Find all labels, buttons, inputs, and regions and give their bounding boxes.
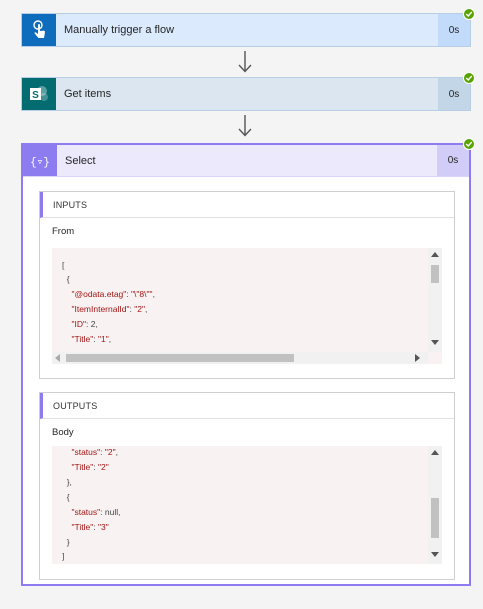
code-line: "Title": "2": [71, 462, 109, 472]
inputs-panel: INPUTS From [ { "@odata.etag": "\"8\"", …: [39, 191, 455, 379]
outputs-panel: OUTPUTS Body "status": "2", "Title": "2"…: [39, 392, 455, 580]
code-line: ]: [62, 551, 65, 561]
code-line: "status": "2",: [71, 447, 119, 457]
inputs-code-box[interactable]: [ { "@odata.etag": "\"8\"", "ItemInterna…: [52, 248, 442, 364]
step-title: Manually trigger a flow: [64, 24, 175, 36]
sharepoint-icon-box: S: [22, 78, 56, 110]
code-line: "@odata.etag": "\"8\"",: [71, 289, 155, 299]
step-title: Get items: [64, 88, 112, 100]
down-arrow-icon: [238, 115, 252, 137]
outputs-header: OUTPUTS: [40, 393, 454, 419]
scroll-thumb[interactable]: [431, 498, 439, 538]
code-line: {: [62, 274, 70, 284]
code-line: "Title": "3": [71, 522, 109, 532]
outputs-code-box[interactable]: "status": "2", "Title": "2" }, { "status…: [52, 446, 442, 564]
sharepoint-icon: S: [30, 86, 48, 101]
code-line: "ItemInternalId": "2",: [71, 304, 148, 314]
from-label: From: [52, 226, 75, 237]
step-manual-trigger[interactable]: Manually trigger a flow 0s: [21, 8, 475, 47]
scroll-down-icon[interactable]: [431, 552, 439, 557]
scroll-up-icon[interactable]: [431, 252, 439, 257]
select-header[interactable]: {▿} Select 0s: [23, 145, 469, 177]
success-check-icon: [463, 8, 475, 20]
scroll-down-icon[interactable]: [431, 340, 439, 345]
inputs-header: INPUTS: [40, 192, 454, 218]
down-arrow-icon: [238, 51, 252, 73]
svg-text:{▿}: {▿}: [30, 157, 50, 169]
step-get-items[interactable]: S Get items 0s: [21, 72, 475, 111]
trigger-icon-box: [22, 14, 56, 46]
scroll-left-icon[interactable]: [55, 354, 60, 362]
body-label: Body: [52, 427, 74, 438]
select-action-card: {▿} Select 0s INPUTS From [ { "@odata.et…: [21, 138, 475, 586]
code-line: {: [62, 492, 70, 502]
success-check-icon: [463, 138, 475, 150]
select-title: Select: [65, 154, 96, 167]
code-line: "status": null,: [71, 507, 121, 517]
vertical-scrollbar[interactable]: [428, 446, 442, 564]
svg-text:S: S: [32, 90, 39, 101]
code-line: }: [62, 537, 70, 547]
data-operation-icon: {▿}: [30, 157, 50, 169]
code-line: "Title": "1",: [71, 334, 112, 344]
horizontal-scrollbar[interactable]: [52, 352, 428, 364]
touch-icon: [33, 20, 45, 38]
vertical-scrollbar[interactable]: [428, 248, 442, 352]
scroll-thumb[interactable]: [431, 265, 439, 283]
success-check-icon: [463, 72, 475, 84]
select-icon-box: {▿}: [23, 145, 57, 176]
code-line: },: [62, 477, 72, 487]
select-duration: 0s: [437, 145, 469, 176]
scroll-right-icon[interactable]: [415, 354, 420, 362]
code-line: [: [62, 260, 65, 270]
scroll-up-icon[interactable]: [431, 450, 439, 455]
scroll-thumb[interactable]: [66, 354, 294, 362]
code-line: "ID": 2,: [71, 319, 98, 329]
